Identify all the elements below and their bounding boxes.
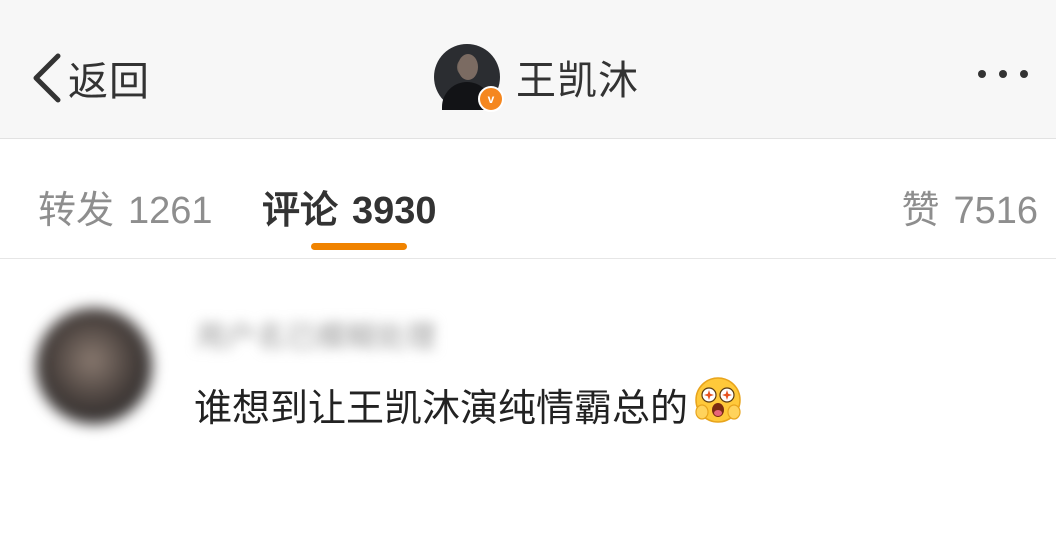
back-label: 返回 — [68, 59, 150, 105]
tab-likes-count: 7516 — [953, 190, 1038, 232]
active-tab-indicator — [311, 243, 407, 250]
tab-repost-count: 1261 — [128, 190, 213, 232]
more-dot — [999, 70, 1007, 78]
comment-text-row: 谁想到让王凯沐演纯情霸总的 — [194, 376, 742, 433]
tab-repost-label: 转发 — [38, 188, 115, 232]
profile-name: 王凯沐 — [516, 58, 639, 104]
tab-likes-label: 赞 — [901, 188, 940, 232]
more-dot — [1020, 70, 1028, 78]
verified-badge-icon: v — [478, 86, 504, 112]
commenter-avatar[interactable] — [36, 308, 152, 424]
tab-comment-count: 3930 — [352, 190, 437, 232]
shocked-face-emoji-icon — [694, 376, 742, 433]
comment-text: 谁想到让王凯沐演纯情霸总的 — [194, 386, 689, 430]
tab-likes[interactable]: 赞 7516 — [901, 179, 1038, 234]
tab-comment-label: 评论 — [262, 188, 339, 232]
tab-comment[interactable]: 评论 3930 — [262, 179, 437, 234]
more-options-icon[interactable] — [978, 70, 1028, 78]
comment-item[interactable]: 用户名已模糊处理 谁想到让王凯沐演纯情霸总的 — [0, 260, 1056, 543]
tab-repost[interactable]: 转发 1261 — [38, 179, 213, 234]
chevron-left-icon — [30, 52, 62, 104]
top-navigation-bar: 返回 v 王凯沐 — [0, 0, 1056, 139]
avatar-face — [458, 54, 478, 80]
back-button[interactable]: 返回 — [30, 48, 150, 108]
profile-header[interactable]: v 王凯沐 — [434, 44, 639, 112]
commenter-username[interactable]: 用户名已模糊处理 — [196, 312, 466, 355]
post-tabs: 转发 1261 评论 3930 赞 7516 — [0, 139, 1056, 259]
profile-avatar[interactable]: v — [434, 44, 504, 112]
more-dot — [978, 70, 986, 78]
